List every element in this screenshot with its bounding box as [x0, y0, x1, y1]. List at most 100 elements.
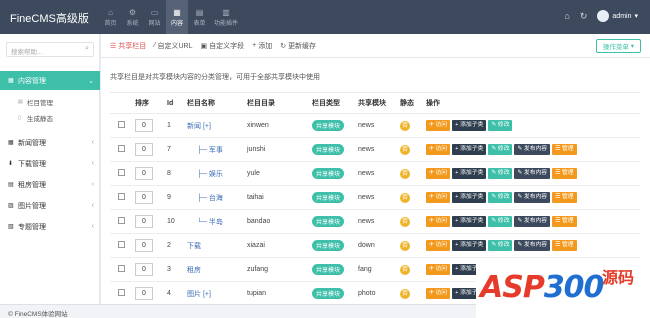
column-name-link[interactable]: └─ 半岛 — [187, 219, 223, 226]
column-name-link[interactable]: ├─ 台海 — [187, 195, 223, 202]
row-checkbox[interactable] — [118, 121, 125, 128]
action-button[interactable]: ✎ 修改 — [488, 216, 513, 227]
column-name-link[interactable]: 新闻 [+] — [187, 123, 211, 130]
sidebar-subitem-columns[interactable]: ▤ 栏目管理 — [0, 95, 100, 109]
search-input[interactable]: 搜索帮助... ⌕ — [6, 42, 94, 57]
top-nav-item[interactable]: ⌂ 首页 — [100, 0, 121, 34]
action-button[interactable]: ✎ 发布内容 — [514, 192, 551, 203]
chevron-left-icon: ‹ — [91, 139, 94, 146]
action-button[interactable]: ✈ 访问 — [426, 192, 451, 203]
row-checkbox[interactable] — [118, 265, 125, 272]
action-button[interactable]: ✎ 发布内容 — [514, 144, 551, 155]
tab-custom-field[interactable]: ▣ 自定义字段 — [200, 41, 244, 51]
action-button[interactable]: ✎ 修改 — [488, 120, 513, 131]
static-badge[interactable]: 否 — [400, 168, 410, 179]
action-button[interactable]: ✈ 访问 — [426, 168, 451, 179]
sidebar-item-rent[interactable]: ▤ 租房管理 ‹ — [0, 175, 100, 194]
action-button[interactable]: ✈ 访问 — [426, 240, 451, 251]
home-icon[interactable]: ⌂ — [564, 11, 569, 21]
chevron-left-icon: ‹ — [91, 181, 94, 188]
action-label: 修改 — [497, 146, 510, 152]
static-badge[interactable]: 否 — [400, 288, 410, 299]
column-name-link[interactable]: 图片 [+] — [187, 291, 211, 298]
action-button[interactable]: ✎ 发布内容 — [514, 240, 551, 251]
column-name-link[interactable]: 下载 — [187, 243, 201, 250]
tab-shared-columns[interactable]: ☰ 共享栏目 — [110, 41, 146, 51]
sidebar-item-photo[interactable]: ▨ 图片管理 ‹ — [0, 196, 100, 215]
refresh-icon[interactable]: ↻ — [580, 11, 588, 22]
operation-menu-button[interactable]: 操作菜单 ▾ — [595, 39, 641, 53]
row-checkbox[interactable] — [118, 169, 125, 176]
sort-input[interactable]: 0 — [135, 167, 153, 180]
sort-input[interactable]: 0 — [135, 119, 153, 132]
action-button[interactable]: + 添加子类 — [452, 168, 487, 179]
column-name-link[interactable]: ├─ 娱乐 — [187, 171, 223, 178]
action-button[interactable]: ☰ 管理 — [552, 168, 577, 179]
row-checkbox[interactable] — [118, 217, 125, 224]
static-badge[interactable]: 否 — [400, 120, 410, 131]
row-checkbox[interactable] — [118, 193, 125, 200]
action-button[interactable]: ✈ 访问 — [426, 288, 451, 299]
action-button[interactable]: ✎ 发布内容 — [514, 168, 551, 179]
static-badge[interactable]: 否 — [400, 192, 410, 203]
column-name-link[interactable]: 租房 — [187, 267, 201, 274]
sidebar-subitem-static[interactable]: ▯ 生成静态 — [0, 111, 100, 125]
module-cell: news — [355, 185, 397, 210]
action-button[interactable]: + 添加子类 — [452, 120, 487, 131]
action-button[interactable]: + 添加子类 — [452, 240, 487, 251]
column-name-link[interactable]: ├─ 军事 — [187, 147, 223, 154]
id-cell: 1 — [164, 113, 184, 138]
row-checkbox[interactable] — [118, 289, 125, 296]
top-nav-item[interactable]: ⚙ 系统 — [122, 0, 143, 34]
sort-input[interactable]: 0 — [135, 287, 153, 300]
action-button[interactable]: ✎ 修改 — [488, 240, 513, 251]
sort-input[interactable]: 0 — [135, 191, 153, 204]
static-badge[interactable]: 否 — [400, 144, 410, 155]
top-nav-item[interactable]: ▭ 网站 — [144, 0, 165, 34]
sort-input[interactable]: 0 — [135, 215, 153, 228]
action-button[interactable]: ✈ 访问 — [426, 144, 451, 155]
sidebar: 搜索帮助... ⌕ ▦ 内容管理 ⌄ ▤ 栏目管理 ▯ 生成静态 ▦ 新闻管理 … — [0, 34, 100, 304]
action-label: 发布内容 — [523, 242, 548, 248]
row-checkbox[interactable] — [118, 145, 125, 152]
sidebar-item-special[interactable]: ▧ 专题管理 ‹ — [0, 217, 100, 236]
col-header: 共享模块 — [355, 92, 397, 114]
action-button[interactable]: + 添加子类 — [452, 144, 487, 155]
sidebar-item-news[interactable]: ▦ 新闻管理 ‹ — [0, 133, 100, 152]
action-button[interactable]: ☰ 管理 — [552, 216, 577, 227]
action-button[interactable]: ✎ 修改 — [488, 168, 513, 179]
id-cell: 7 — [164, 137, 184, 162]
action-button[interactable]: ☰ 管理 — [552, 192, 577, 203]
top-nav-item[interactable]: ▥ 功能插件 — [211, 0, 241, 34]
action-button[interactable]: + 添加子类 — [452, 192, 487, 203]
action-icon: ✈ — [429, 242, 434, 248]
sort-input[interactable]: 0 — [135, 263, 153, 276]
action-button[interactable]: ✈ 访问 — [426, 120, 451, 131]
action-button[interactable]: ✎ 修改 — [488, 144, 513, 155]
sort-input[interactable]: 0 — [135, 239, 153, 252]
action-button[interactable]: ✎ 发布内容 — [514, 216, 551, 227]
action-button[interactable]: ✈ 访问 — [426, 264, 451, 275]
action-button[interactable]: ✈ 访问 — [426, 216, 451, 227]
sidebar-item-download[interactable]: ⬇ 下载管理 ‹ — [0, 154, 100, 173]
action-button[interactable]: ☰ 管理 — [552, 144, 577, 155]
top-nav-item[interactable]: ▤ 表单 — [189, 0, 210, 34]
action-button[interactable]: ☰ 管理 — [552, 240, 577, 251]
static-badge[interactable]: 否 — [400, 264, 410, 275]
top-nav-item[interactable]: ▦ 内容 — [166, 0, 188, 34]
row-select-cell — [110, 161, 132, 186]
sort-input[interactable]: 0 — [135, 143, 153, 156]
sort-cell: 0 — [132, 161, 164, 186]
user-menu[interactable]: admin ▾ — [597, 10, 638, 22]
row-checkbox[interactable] — [118, 241, 125, 248]
action-label: 添加子类 — [460, 122, 484, 128]
action-button[interactable]: ✎ 修改 — [488, 192, 513, 203]
tab-custom-url[interactable]: ⁄ 自定义URL — [154, 41, 192, 51]
static-badge[interactable]: 否 — [400, 216, 410, 227]
action-label: 管理 — [561, 194, 574, 200]
sidebar-item-content[interactable]: ▦ 内容管理 ⌄ — [0, 71, 100, 90]
tab-add[interactable]: + 添加 — [252, 41, 272, 51]
static-badge[interactable]: 否 — [400, 240, 410, 251]
tab-update-cache[interactable]: ↻ 更新缓存 — [280, 41, 316, 51]
action-button[interactable]: + 添加子类 — [452, 216, 487, 227]
